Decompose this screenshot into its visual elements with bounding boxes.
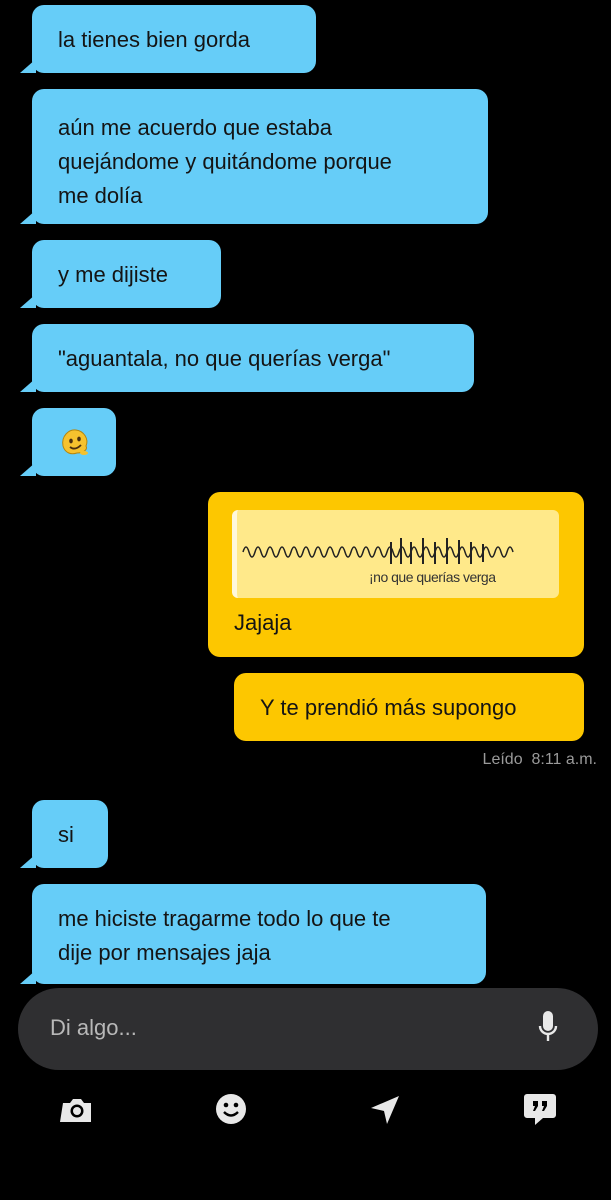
read-receipt: Leído 8:11 a.m. — [483, 751, 597, 769]
message-text: Jajaja — [234, 610, 292, 635]
message-bubble-incoming[interactable]: la tienes bien gorda — [20, 5, 316, 73]
message-text: si — [58, 822, 74, 847]
message-bubble-incoming[interactable]: y me dijiste — [20, 240, 221, 308]
message-bubble-outgoing[interactable]: ¡no que querías verga Jajaja — [208, 492, 584, 657]
message-text: y me dijiste — [58, 262, 169, 287]
message-bubble-incoming[interactable]: si — [20, 800, 108, 868]
read-label: Leído — [482, 751, 523, 768]
message-input[interactable]: Di algo... — [50, 1015, 137, 1041]
quote-icon[interactable] — [523, 1092, 557, 1126]
message-bubble-incoming[interactable]: "aguantala, no que querías verga" — [20, 324, 474, 392]
message-bubble-outgoing[interactable]: Y te prendió más supongo — [234, 673, 584, 741]
message-bubble-incoming[interactable]: aún me acuerdo que estaba quejándome y q… — [20, 89, 488, 224]
message-text: aún me acuerdo que estaba quejándome y q… — [58, 115, 392, 208]
quoted-text: ¡no que querías verga — [369, 569, 496, 585]
message-composer[interactable]: Di algo... — [18, 988, 598, 1070]
emoji-icon[interactable] — [215, 1093, 247, 1125]
message-bubble-incoming[interactable]: me hiciste tragarme todo lo que te dije … — [20, 884, 486, 984]
melting-face-icon — [62, 429, 88, 455]
location-icon[interactable] — [369, 1094, 401, 1126]
quoted-message[interactable]: ¡no que querías verga — [232, 510, 559, 598]
message-text: me hiciste tragarme todo lo que te dije … — [58, 906, 391, 965]
message-text: Y te prendió más supongo — [260, 695, 517, 720]
microphone-icon[interactable] — [538, 1010, 558, 1046]
message-text: "aguantala, no que querías verga" — [58, 346, 391, 371]
read-time: 8:11 a.m. — [531, 751, 597, 768]
message-bubble-incoming[interactable] — [20, 408, 116, 476]
message-text: la tienes bien gorda — [58, 27, 251, 52]
camera-icon[interactable] — [60, 1095, 94, 1125]
